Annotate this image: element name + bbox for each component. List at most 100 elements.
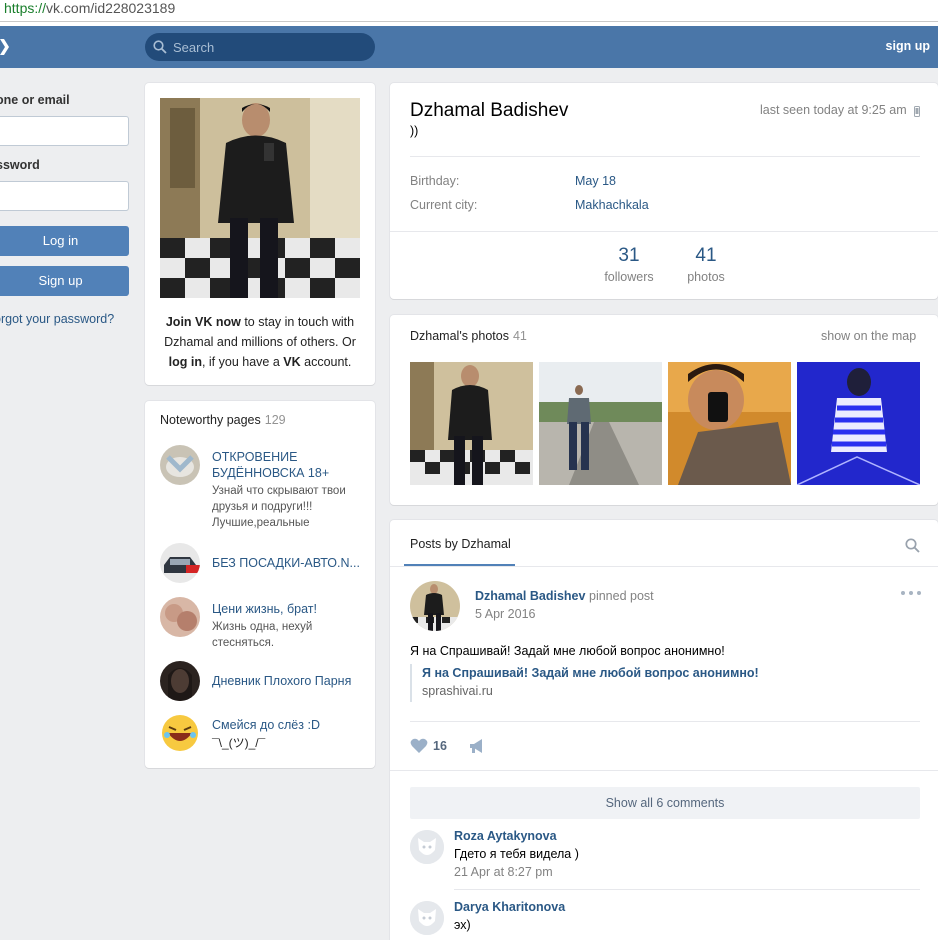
photo-thumbnail-image (539, 362, 662, 485)
noteworthy-pages-card: Noteworthy pages 129 ОТКРОВЕНИЕ БУДЁННОВС… (145, 401, 375, 768)
url-scheme: https:// (4, 0, 47, 16)
site-header: Search sign up (0, 26, 938, 68)
divider (410, 721, 920, 722)
join-text-3: account. (300, 355, 352, 369)
city-value[interactable]: Makhachkala (575, 198, 649, 212)
vk-logo-icon[interactable] (0, 36, 14, 58)
comment-author[interactable]: Darya Kharitonova (454, 900, 565, 914)
photo-thumbnail[interactable] (539, 362, 662, 485)
mobile-phone-icon (914, 106, 920, 117)
comment-date[interactable]: 21 Apr at 8:27 pm (454, 865, 553, 879)
noteworthy-title-text: Noteworthy pages (160, 413, 261, 427)
dog-placeholder-icon (410, 830, 444, 864)
noteworthy-avatar-image (160, 445, 200, 485)
photo-thumbnail[interactable] (410, 362, 533, 485)
photos-title-count: 41 (512, 329, 527, 343)
comment-text: эх) (454, 918, 471, 932)
divider (390, 566, 938, 567)
last-seen-text: last seen today at 9:25 am (760, 103, 907, 117)
noteworthy-avatar[interactable] (160, 713, 200, 753)
photos-title-text: Dzhamal's photos (410, 329, 509, 343)
noteworthy-item[interactable]: Смейся до слёз :D ¯\_(ツ)_/¯ (160, 713, 365, 757)
show-on-map-link[interactable]: show on the map (821, 329, 916, 343)
email-field[interactable] (0, 116, 129, 146)
noteworthy-avatar[interactable] (160, 597, 200, 637)
post-date[interactable]: 5 Apr 2016 (475, 607, 535, 621)
laughing-emoji-icon (160, 713, 200, 753)
profile-info-card: Dzhamal Badishev )) last seen today at 9… (390, 83, 938, 299)
url-text[interactable]: https://vk.com/id228023189 (4, 0, 175, 17)
comment-author[interactable]: Roza Aytakynova (454, 829, 557, 843)
post-author[interactable]: Dzhamal Badishev (475, 589, 585, 603)
avatar[interactable] (410, 581, 460, 631)
password-field[interactable] (0, 181, 129, 211)
noteworthy-count: 129 (264, 413, 286, 427)
dog-placeholder-icon (410, 901, 444, 935)
post-text: Я на Спрашивай! Задай мне любой вопрос а… (410, 644, 725, 658)
header-signup-link[interactable]: sign up (886, 39, 930, 53)
divider (454, 889, 920, 890)
browser-url-bar[interactable]: https://vk.com/id228023189 (0, 0, 938, 22)
noteworthy-item[interactable]: Дневник Плохого Парня (160, 661, 365, 701)
noteworthy-avatar-image (160, 597, 200, 637)
link-attachment-title[interactable]: Я на Спрашивай! Задай мне любой вопрос а… (422, 666, 759, 680)
photo-thumbnail[interactable] (668, 362, 791, 485)
followers-count: 31 (618, 245, 640, 266)
noteworthy-item[interactable]: Цени жизнь, брат! Жизнь одна, нехуй стес… (160, 597, 365, 649)
profile-name: Dzhamal Badishev (410, 100, 569, 121)
photos-title[interactable]: Dzhamal's photos 41 (410, 329, 527, 343)
noteworthy-name[interactable]: БЕЗ ПОСАДКИ-АВТО.N... (212, 555, 362, 571)
noteworthy-avatar-image (160, 661, 200, 701)
avatar-card: Join VK now to stay in touch with Dzhama… (145, 83, 375, 385)
more-options-icon[interactable] (900, 588, 922, 598)
divider (390, 231, 938, 232)
url-path: vk.com/id228023189 (46, 0, 176, 16)
search-icon (153, 40, 167, 54)
avatar-image (410, 581, 460, 631)
join-vk-label: VK (283, 355, 301, 369)
noteworthy-item[interactable]: БЕЗ ПОСАДКИ-АВТО.N... (160, 543, 365, 583)
noteworthy-name[interactable]: Смейся до слёз :D (212, 717, 362, 733)
noteworthy-name[interactable]: Цени жизнь, брат! (212, 601, 362, 617)
tab-posts[interactable]: Posts by Dzhamal (410, 537, 511, 551)
photos-label: photos (687, 270, 725, 284)
comment-text: Гдето я тебя видела ) (454, 847, 579, 861)
noteworthy-desc: ¯\_(ツ)_/¯ (212, 736, 266, 750)
login-button[interactable]: Log in (0, 226, 129, 256)
join-message: Join VK now to stay in touch with Dzhama… (155, 312, 365, 372)
noteworthy-desc: Жизнь одна, нехуй стесняться. (212, 621, 313, 649)
show-all-comments-button[interactable]: Show all 6 comments (410, 787, 920, 819)
comment-avatar[interactable] (410, 830, 444, 864)
join-login-link[interactable]: log in (169, 355, 202, 369)
noteworthy-name[interactable]: ОТКРОВЕНИЕ БУДЁННОВСКА 18+ (212, 449, 362, 481)
noteworthy-item[interactable]: ОТКРОВЕНИЕ БУДЁННОВСКА 18+ Узнай что скр… (160, 445, 365, 529)
photos-card: Dzhamal's photos 41 show on the map (390, 315, 938, 505)
profile-photo-image (160, 98, 360, 298)
photo-thumbnail[interactable] (797, 362, 920, 485)
password-label: ssword (0, 158, 40, 172)
divider (390, 770, 938, 771)
noteworthy-desc: Узнай что скрывают твои друзья и подруги… (212, 485, 346, 529)
noteworthy-avatar[interactable] (160, 445, 200, 485)
profile-photo[interactable] (160, 98, 360, 298)
heart-icon[interactable] (410, 738, 428, 754)
search-icon[interactable] (905, 538, 920, 553)
photos-count: 41 (695, 245, 717, 266)
pinned-label: pinned post (589, 589, 654, 603)
like-count: 16 (433, 739, 447, 753)
noteworthy-title[interactable]: Noteworthy pages 129 (160, 413, 286, 427)
signup-button[interactable]: Sign up (0, 266, 129, 296)
share-megaphone-icon[interactable] (468, 738, 486, 754)
noteworthy-avatar[interactable] (160, 543, 200, 583)
forgot-password-link[interactable]: orgot your password? (0, 312, 114, 326)
profile-status: )) (410, 124, 419, 138)
noteworthy-avatar[interactable] (160, 661, 200, 701)
photo-thumbnail-image (410, 362, 533, 485)
search-input[interactable]: Search (145, 33, 375, 61)
comment-avatar[interactable] (410, 901, 444, 935)
link-attachment-domain: sprashivai.ru (422, 684, 493, 698)
birthday-value[interactable]: May 18 (575, 174, 616, 188)
posts-card: Posts by Dzhamal Dzhamal Badishev pinned… (390, 520, 938, 940)
join-now-link[interactable]: Join VK now (166, 315, 241, 329)
noteworthy-name[interactable]: Дневник Плохого Парня (212, 673, 362, 689)
